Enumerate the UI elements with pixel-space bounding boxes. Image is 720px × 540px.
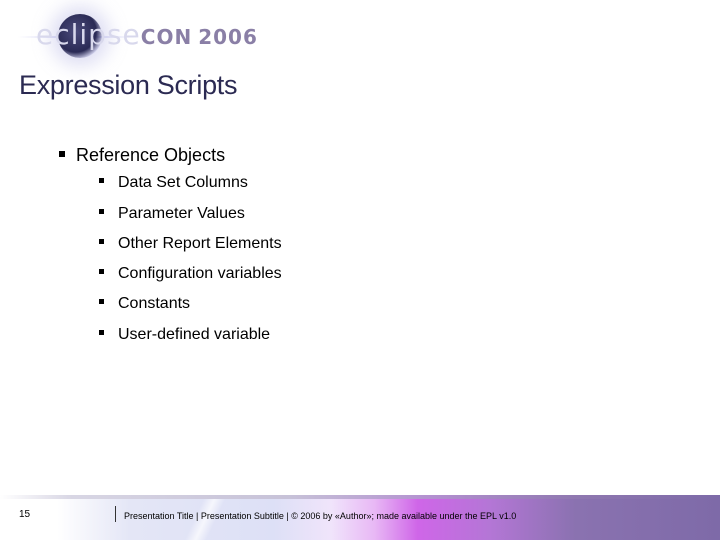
bullet-marker-icon: [99, 178, 104, 184]
slide-title: Expression Scripts: [19, 70, 238, 100]
logo-brand: CON: [140, 25, 193, 49]
bullet-text: Configuration variables: [118, 265, 282, 282]
bullet-level2: Configuration variables: [99, 265, 282, 283]
bullet-marker-icon: [59, 151, 65, 158]
bullet-level2: Constants: [99, 295, 190, 313]
bullet-text: Other Report Elements: [118, 235, 282, 252]
bullet-level2: User-defined variable: [99, 326, 270, 344]
logo-wordmark: eclipseCON 2006: [36, 18, 258, 54]
bullet-marker-icon: [99, 269, 104, 275]
bullet-level2: Other Report Elements: [99, 235, 282, 253]
bullet-text: Parameter Values: [118, 205, 245, 222]
eclipsecon-logo: eclipseCON 2006: [18, 10, 257, 58]
logo-year: 2006: [198, 25, 258, 49]
footer-text: Presentation Title | Presentation Subtit…: [124, 511, 517, 521]
bullet-text: Reference Objects: [76, 145, 226, 165]
bullet-level2: Data Set Columns: [99, 174, 248, 192]
footer-separator: [115, 506, 116, 522]
bullet-text: User-defined variable: [118, 326, 271, 343]
logo-prefix: eclipse: [36, 18, 141, 51]
bullet-marker-icon: [99, 239, 104, 245]
bullet-text: Constants: [118, 295, 191, 312]
bullet-marker-icon: [99, 330, 104, 336]
bullet-text: Data Set Columns: [118, 174, 248, 191]
bullet-marker-icon: [99, 299, 104, 305]
bullet-level1: Reference Objects: [59, 145, 225, 166]
page-number: 15: [19, 509, 31, 520]
bullet-marker-icon: [99, 209, 104, 215]
bullet-level2: Parameter Values: [99, 205, 245, 223]
